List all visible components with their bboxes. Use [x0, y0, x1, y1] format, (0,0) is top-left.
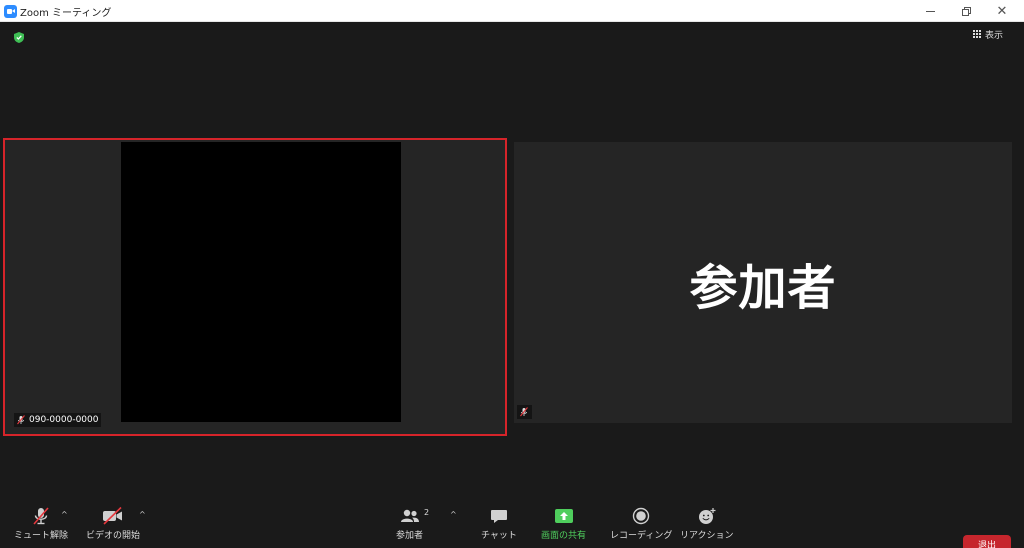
share-screen-button[interactable]: 画面の共有	[541, 506, 586, 541]
participants-icon	[399, 506, 421, 526]
start-video-label: ビデオの開始	[86, 531, 141, 541]
view-label: 表示	[985, 30, 1004, 41]
meeting-area: 表示 090-0000-0000 参加者 ミュート解除 ^ ビデオの開始 ^ 参…	[0, 22, 1024, 548]
muted-mic-icon	[17, 415, 25, 425]
muted-mic-icon	[520, 407, 528, 417]
shield-icon[interactable]	[14, 32, 24, 43]
restore-icon	[961, 6, 971, 16]
title-bar: Zoom ミーティング ✕	[0, 0, 1024, 22]
share-screen-label: 画面の共有	[541, 531, 587, 541]
participant-nametag: 090-0000-0000	[14, 413, 102, 427]
minimize-icon	[925, 10, 935, 12]
participants-count: 2	[424, 508, 430, 517]
minimize-button[interactable]	[918, 2, 942, 20]
video-tile-participant[interactable]: 参加者	[514, 142, 1012, 423]
restore-button[interactable]	[954, 2, 978, 20]
participants-button[interactable]: 参加者	[396, 506, 423, 541]
participant-nametag	[517, 405, 532, 419]
participant-name: 090-0000-0000	[29, 415, 99, 425]
reaction-emoji-icon	[697, 506, 717, 526]
unmute-button[interactable]: ミュート解除	[14, 506, 68, 541]
video-feed	[121, 142, 401, 422]
chat-label: チャット	[481, 531, 517, 541]
chat-button[interactable]: チャット	[481, 506, 517, 541]
video-tile-self[interactable]: 090-0000-0000	[3, 138, 507, 436]
view-button[interactable]: 表示	[973, 26, 1003, 42]
close-button[interactable]: ✕	[990, 2, 1014, 20]
grid-view-icon	[973, 29, 982, 39]
record-icon	[631, 506, 651, 526]
reactions-label: リアクション	[680, 531, 734, 541]
video-off-icon	[102, 506, 124, 526]
meeting-toolbar: ミュート解除 ^ ビデオの開始 ^ 参加者 2 ^ チャット 画面の共有 レコー…	[0, 500, 1024, 548]
muted-mic-icon	[31, 506, 51, 526]
share-screen-icon	[554, 506, 574, 526]
reactions-button[interactable]: リアクション	[680, 506, 734, 541]
participants-options-caret-icon[interactable]: ^	[450, 510, 457, 519]
video-options-caret-icon[interactable]: ^	[139, 510, 146, 519]
recording-button[interactable]: レコーディング	[610, 506, 672, 541]
participants-label: 参加者	[396, 531, 424, 541]
zoom-app-icon	[4, 5, 17, 18]
recording-label: レコーディング	[610, 531, 673, 541]
window-title: Zoom ミーティング	[20, 8, 112, 19]
participant-display-name: 参加者	[689, 259, 837, 316]
start-video-button[interactable]: ビデオの開始	[86, 506, 140, 541]
unmute-label: ミュート解除	[14, 531, 69, 541]
chat-icon	[489, 506, 509, 526]
leave-button[interactable]: 退出	[963, 535, 1011, 548]
audio-options-caret-icon[interactable]: ^	[61, 510, 68, 519]
